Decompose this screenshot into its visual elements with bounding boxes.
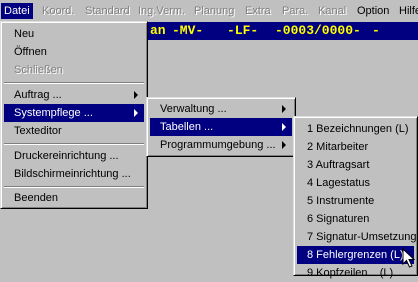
band-field-4: -0003/0000- [275,23,361,38]
menu-item-programmumgebung-label: Programmumgebung ... [160,139,276,151]
menu-kanal[interactable]: Kanal [315,3,349,19]
menu-item-tabelle-7[interactable]: 7 Signatur-Umsetzung [297,228,416,246]
menu-item-tabellen-label: Tabellen ... [160,121,214,133]
datei-menu: Neu Öffnen Schließen Auftrag ... Systemp… [0,21,148,209]
band-field-1: an [150,23,166,38]
menu-separator [4,143,144,145]
menu-para[interactable]: Para. [279,3,311,19]
band-field-2: -MV- [172,23,204,38]
menu-item-oeffnen[interactable]: Öffnen [4,43,144,61]
submenu-arrow-icon [282,105,286,113]
systempflege-submenu: Verwaltung ... Tabellen ... Programmumge… [146,97,296,157]
submenu-arrow-icon [282,141,286,149]
menu-ingverm[interactable]: Ing.Verm. [135,3,188,19]
menu-item-tabelle-9[interactable]: 9 Kopfzeilen (L) [297,264,414,282]
menu-extra[interactable]: Extra [242,3,274,19]
menu-item-programmumgebung[interactable]: Programmumgebung ... [150,136,292,154]
menu-separator [4,82,144,84]
menu-item-tabelle-4[interactable]: 4 Lagestatus [297,174,414,192]
menu-item-auftrag-label: Auftrag ... [14,89,62,101]
menu-koord[interactable]: Koord. [39,3,77,19]
menu-item-systempflege[interactable]: Systempflege ... [4,104,144,122]
menu-item-texteditor[interactable]: Texteditor [4,122,144,140]
menu-item-neu[interactable]: Neu [4,25,144,43]
menu-item-tabellen[interactable]: Tabellen ... [150,118,292,136]
menu-item-tabelle-1[interactable]: 1 Bezeichnungen (L) [297,120,414,138]
menu-planung[interactable]: Planung [191,3,237,19]
menu-item-tabelle-8[interactable]: 8 Fehlergrenzen (L) [297,246,414,264]
band-field-3: -LF- [227,23,259,38]
menu-item-auftrag[interactable]: Auftrag ... [4,86,144,104]
menu-hilfe[interactable]: Hilfe [396,3,418,19]
menu-item-systempflege-label: Systempflege ... [14,107,93,119]
menu-separator [4,186,144,188]
menu-bar: Datei Koord. Standard Ing.Verm. Planung … [0,0,418,23]
menu-item-bildschirmeinrichtung[interactable]: Bildschirmeinrichtung ... [4,165,144,183]
submenu-arrow-icon [134,109,138,117]
menu-item-tabelle-6[interactable]: 6 Signaturen [297,210,414,228]
menu-item-beenden[interactable]: Beenden [4,189,144,207]
menu-item-schliessen[interactable]: Schließen [4,61,144,79]
menu-item-tabelle-3[interactable]: 3 Auftragsart [297,156,414,174]
menu-item-tabelle-5[interactable]: 5 Instrumente [297,192,414,210]
mouse-pointer-icon [402,248,416,268]
menu-item-tabelle-2[interactable]: 2 Mitarbeiter [297,138,414,156]
tabellen-submenu: 1 Bezeichnungen (L) 2 Mitarbeiter 3 Auft… [293,116,418,279]
menu-datei[interactable]: Datei [1,3,33,19]
band-field-5: - [372,23,380,38]
submenu-arrow-icon [134,91,138,99]
menu-item-druckereinrichtung[interactable]: Druckereinrichtung ... [4,147,144,165]
menu-option[interactable]: Option [354,3,392,19]
submenu-arrow-icon [282,123,286,131]
menu-standard[interactable]: Standard [82,3,133,19]
menu-item-verwaltung[interactable]: Verwaltung ... [150,100,292,118]
menu-item-verwaltung-label: Verwaltung ... [160,103,227,115]
